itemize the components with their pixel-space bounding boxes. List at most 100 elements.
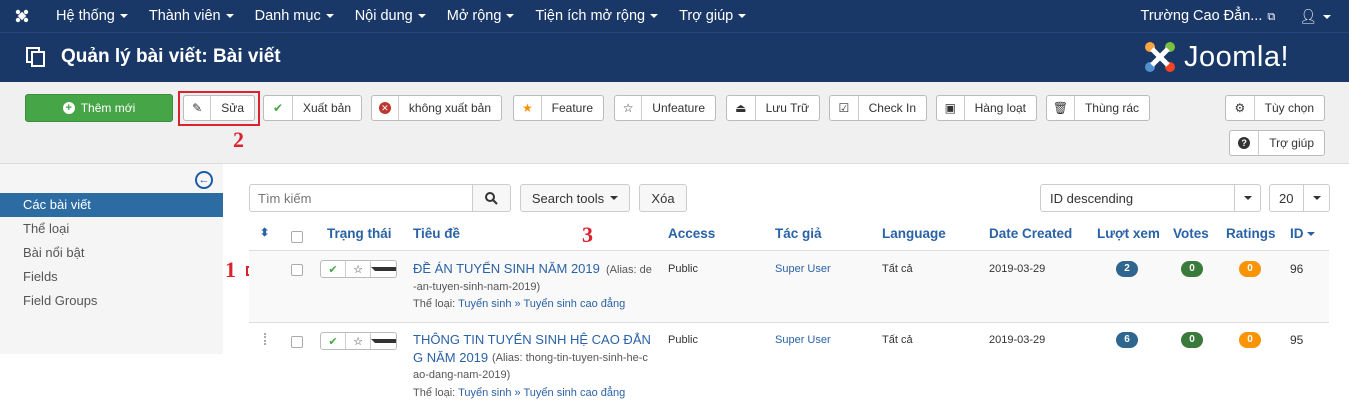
ratings-badge: 0: [1239, 261, 1261, 277]
header-date[interactable]: Date Created: [989, 226, 1072, 241]
brand-text: Joomla!: [1184, 40, 1290, 73]
menu-system-label: Hệ thống: [56, 8, 115, 24]
help-button[interactable]: ? Trợ giúp: [1229, 130, 1325, 156]
joomla-brand: Joomla!: [1142, 39, 1289, 75]
featured-star-icon[interactable]: ☆: [346, 333, 371, 349]
ratings-badge: 0: [1239, 332, 1261, 348]
featured-star-icon[interactable]: ☆: [346, 261, 371, 277]
header-title[interactable]: Tiêu đề: [413, 226, 460, 241]
header-id-label: ID: [1290, 226, 1304, 241]
article-title-link[interactable]: ĐỀ ÁN TUYỂN SINH NĂM 2019: [413, 260, 603, 278]
help-label: Trợ giúp: [1269, 136, 1314, 150]
batch-button[interactable]: ▣ Hàng loạt: [936, 95, 1037, 121]
feature-button[interactable]: ★ Feature: [513, 95, 604, 121]
published-check-icon[interactable]: ✔: [321, 333, 346, 349]
ordering-sort-icon[interactable]: ⬍: [260, 226, 269, 239]
menu-menus[interactable]: Danh mục: [243, 0, 343, 32]
table-divider: [249, 322, 1329, 323]
article-alias-cont: -an-tuyen-sinh-nam-2019): [413, 281, 541, 293]
unfeature-label: Unfeature: [652, 101, 705, 115]
limit-select[interactable]: 20: [1269, 184, 1330, 212]
unpublish-button[interactable]: ✕ không xuất bản: [371, 95, 502, 121]
caret-down-icon: [325, 14, 334, 19]
sort-desc-icon: [1306, 232, 1315, 237]
archive-button[interactable]: ⏏ Lưu Trữ: [726, 95, 820, 121]
user-icon: 👤︎: [1299, 7, 1317, 24]
trash-icon: 🗑︎: [1047, 96, 1075, 120]
menu-content[interactable]: Nội dung: [343, 0, 435, 32]
header-access[interactable]: Access: [668, 226, 715, 241]
article-date: 2019-03-29: [989, 334, 1046, 346]
caret-down-icon: [1303, 185, 1329, 211]
archive-icon: ⏏: [727, 96, 756, 120]
caret-down-icon: [610, 196, 619, 200]
header-ratings[interactable]: Ratings: [1226, 226, 1276, 241]
new-button[interactable]: + Thêm mới: [25, 94, 173, 122]
sidebar-item-fields[interactable]: Fields: [0, 265, 223, 289]
article-title-link[interactable]: THÔNG TIN TUYỂN SINH HỆ CAO ĐẲN: [413, 331, 651, 349]
article-alias: (Alias: de: [606, 264, 652, 276]
caret-down-icon: [225, 14, 234, 19]
menu-help-label: Trợ giúp: [679, 8, 734, 24]
category-link[interactable]: Tuyển sinh » Tuyển sinh cao đẳng: [458, 387, 625, 399]
actions-dropdown-icon[interactable]: [371, 333, 396, 349]
menu-content-label: Nội dung: [354, 8, 413, 24]
article-date: 2019-03-29: [989, 263, 1046, 275]
category-label: Thể loại:: [413, 387, 456, 399]
site-link[interactable]: Trường Cao Đẳn... ⧉: [1141, 8, 1292, 24]
clear-button[interactable]: Xóa: [639, 184, 687, 212]
page-title: Quản lý bài viết: Bài viết: [61, 46, 281, 67]
header-hits[interactable]: Lượt xem: [1097, 226, 1160, 241]
menu-components-label: Tiện ích mở rộng: [535, 8, 646, 24]
article-alias: (Alias: thong-tin-tuyen-sinh-he-c: [492, 352, 648, 364]
trash-button[interactable]: 🗑︎ Thùng rác: [1046, 95, 1150, 121]
article-id: 96: [1290, 262, 1304, 276]
article-author-link[interactable]: Super User: [775, 263, 831, 275]
published-check-icon[interactable]: ✔: [321, 261, 346, 277]
star-empty-icon: ☆: [615, 96, 643, 120]
options-button[interactable]: ⚙ Tùy chọn: [1225, 95, 1325, 121]
sidebar-item-articles[interactable]: Các bài viết: [0, 193, 223, 217]
header-votes[interactable]: Votes: [1173, 226, 1209, 241]
user-menu[interactable]: 👤︎: [1291, 8, 1349, 25]
menu-help[interactable]: Trợ giúp: [667, 0, 755, 32]
row-checkbox[interactable]: [291, 264, 303, 276]
menu-extensions[interactable]: Mở rộng: [435, 0, 524, 32]
article-author-link[interactable]: Super User: [775, 334, 831, 346]
ordering-select[interactable]: ID descending: [1040, 184, 1261, 212]
menu-users[interactable]: Thành viên: [137, 0, 243, 32]
batch-icon: ▣: [937, 96, 965, 120]
collapse-sidebar-icon[interactable]: ←: [195, 171, 213, 189]
joomla-logo-icon[interactable]: [0, 0, 44, 32]
header-language[interactable]: Language: [882, 226, 946, 241]
article-title-link-cont[interactable]: G NĂM 2019: [413, 349, 488, 367]
search-button[interactable]: [473, 184, 511, 212]
header-id[interactable]: ID: [1290, 226, 1315, 241]
caret-down-icon: [417, 14, 426, 19]
menu-system[interactable]: Hệ thống: [44, 0, 137, 32]
batch-label: Hàng loạt: [974, 101, 1026, 115]
unpublish-label: không xuất bản: [408, 101, 491, 115]
select-all-checkbox[interactable]: [291, 231, 303, 243]
search-tools-button[interactable]: Search tools: [520, 184, 630, 212]
checkin-button[interactable]: ☑ Check In: [829, 95, 927, 121]
row-checkbox[interactable]: [291, 336, 303, 348]
publish-button[interactable]: ✔ Xuất bản: [263, 95, 362, 121]
header-author[interactable]: Tác giả: [775, 226, 822, 241]
header-status[interactable]: Trạng thái: [327, 226, 392, 241]
category-link[interactable]: Tuyển sinh » Tuyển sinh cao đẳng: [458, 298, 625, 310]
menu-components[interactable]: Tiện ích mở rộng: [523, 0, 667, 32]
publish-label: Xuất bản: [302, 101, 351, 115]
search-tools-label: Search tools: [531, 190, 605, 206]
drag-handle-icon[interactable]: [264, 333, 267, 345]
sidebar-item-field-groups[interactable]: Field Groups: [0, 289, 223, 313]
actions-dropdown-icon[interactable]: [371, 261, 396, 277]
article-access: Public: [668, 263, 698, 275]
search-input[interactable]: [249, 184, 473, 212]
sidebar-item-categories[interactable]: Thể loại: [0, 217, 223, 241]
sidebar: ← Các bài viết Thể loại Bài nổi bật Fiel…: [0, 164, 223, 354]
sidebar-item-featured[interactable]: Bài nổi bật: [0, 241, 223, 265]
unpublish-icon: ✕: [372, 96, 399, 120]
unfeature-button[interactable]: ☆ Unfeature: [614, 95, 716, 121]
new-button-label: Thêm mới: [80, 101, 136, 115]
